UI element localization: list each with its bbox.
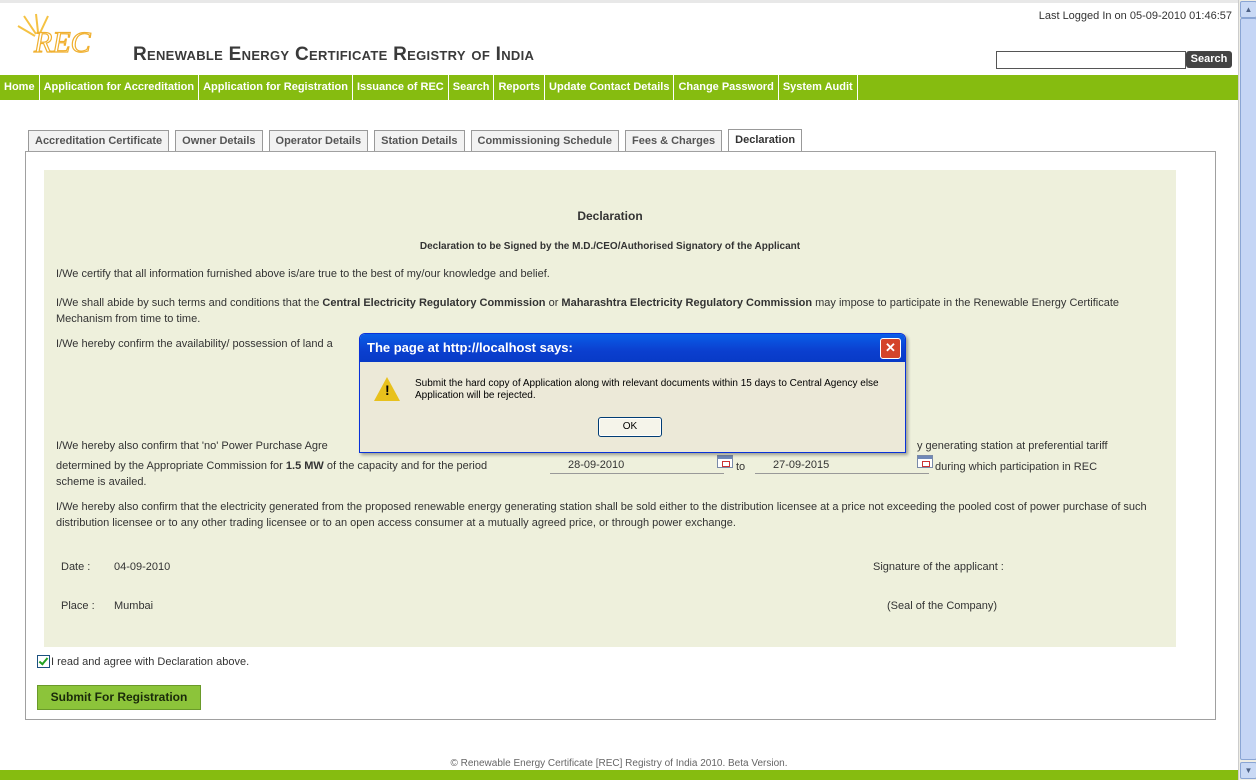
declaration-para-5: I/We hereby also confirm that the electr… <box>56 501 1147 529</box>
declaration-title: Declaration <box>577 209 643 223</box>
dialog-title-bar: The page at http://localhost says: <box>360 334 905 362</box>
rec-logo: REC <box>17 13 92 58</box>
period-from-field[interactable]: 28-09-2010 <box>550 457 724 474</box>
nav-system-audit[interactable]: System Audit <box>779 75 858 100</box>
alert-dialog: The page at http://localhost says: ✕ ! S… <box>359 333 906 453</box>
tab-fees-charges[interactable]: Fees & Charges <box>624 130 723 151</box>
nav-reports[interactable]: Reports <box>494 75 546 100</box>
seal-label: (Seal of the Company) <box>887 600 998 612</box>
declaration-para-2: I/We shall abide by such terms and condi… <box>56 297 1119 325</box>
nav-update-contact-details[interactable]: Update Contact Details <box>545 75 675 100</box>
svg-text:REC: REC <box>33 26 92 58</box>
place-value: Mumbai <box>114 600 154 612</box>
calendar-icon[interactable] <box>917 455 933 468</box>
place-label: Place : <box>61 600 95 612</box>
tab-commissioning-schedule[interactable]: Commissioning Schedule <box>470 130 619 151</box>
nav-change-password[interactable]: Change Password <box>674 75 779 100</box>
period-to-field[interactable]: 27-09-2015 <box>755 457 929 474</box>
submit-for-registration-button[interactable]: Submit For Registration <box>37 685 201 710</box>
dialog-title: The page at http://localhost says: <box>367 340 573 355</box>
footer-text: © Renewable Energy Certificate [REC] Reg… <box>450 758 788 769</box>
tab-declaration[interactable]: Declaration <box>728 129 803 152</box>
calendar-icon[interactable] <box>717 455 733 468</box>
footer-bar <box>0 770 1238 780</box>
last-logged-text: Last Logged In on 05-09-2010 01:46:57 <box>1038 10 1232 22</box>
vertical-scrollbar[interactable]: ▲ ▼ <box>1238 0 1256 780</box>
nav-home[interactable]: Home <box>0 75 40 100</box>
agree-label: I read and agree with Declaration above. <box>51 656 250 668</box>
date-value: 04-09-2010 <box>114 561 171 573</box>
site-title: Renewable Energy Certificate Registry of… <box>133 44 535 65</box>
search-input[interactable] <box>996 51 1186 69</box>
declaration-para-1: I/We certify that all information furnis… <box>56 268 550 280</box>
scroll-up-icon[interactable]: ▲ <box>1240 1 1256 18</box>
declaration-para-4-line-3: scheme is availed. <box>56 476 147 488</box>
nav-application-for-registration[interactable]: Application for Registration <box>199 75 353 100</box>
tab-station-details[interactable]: Station Details <box>374 130 465 151</box>
tab-operator-details[interactable]: Operator Details <box>268 130 369 151</box>
ok-button[interactable]: OK <box>598 417 662 437</box>
date-label: Date : <box>61 561 91 573</box>
nav-application-for-accreditation[interactable]: Application for Accreditation <box>40 75 200 100</box>
dialog-message: Submit the hard copy of Application alon… <box>415 378 879 401</box>
search-button[interactable]: Search <box>1186 51 1232 68</box>
top-border <box>0 0 1238 3</box>
tab-owner-details[interactable]: Owner Details <box>175 130 263 151</box>
nav-issuance-of-rec[interactable]: Issuance of REC <box>353 75 449 100</box>
agree-checkbox[interactable] <box>37 655 50 668</box>
signature-label: Signature of the applicant : <box>873 561 1004 573</box>
warning-exclamation: ! <box>385 382 390 398</box>
scrollbar-thumb[interactable] <box>1240 18 1256 760</box>
declaration-para-4-tail: during which participation in REC <box>935 461 1098 473</box>
close-icon[interactable]: ✕ <box>880 338 901 359</box>
tab-accreditation-certificate[interactable]: Accreditation Certificate <box>28 130 170 151</box>
period-to-label: to <box>736 461 746 473</box>
scroll-down-icon[interactable]: ▼ <box>1240 762 1256 779</box>
main-nav: Home Application for Accreditation Appli… <box>0 75 1238 100</box>
declaration-subtitle: Declaration to be Signed by the M.D./CEO… <box>419 241 801 252</box>
nav-search[interactable]: Search <box>449 75 495 100</box>
form-tabs: Accreditation Certificate Owner Details … <box>28 129 808 152</box>
page: Last Logged In on 05-09-2010 01:46:57 RE… <box>0 0 1238 780</box>
